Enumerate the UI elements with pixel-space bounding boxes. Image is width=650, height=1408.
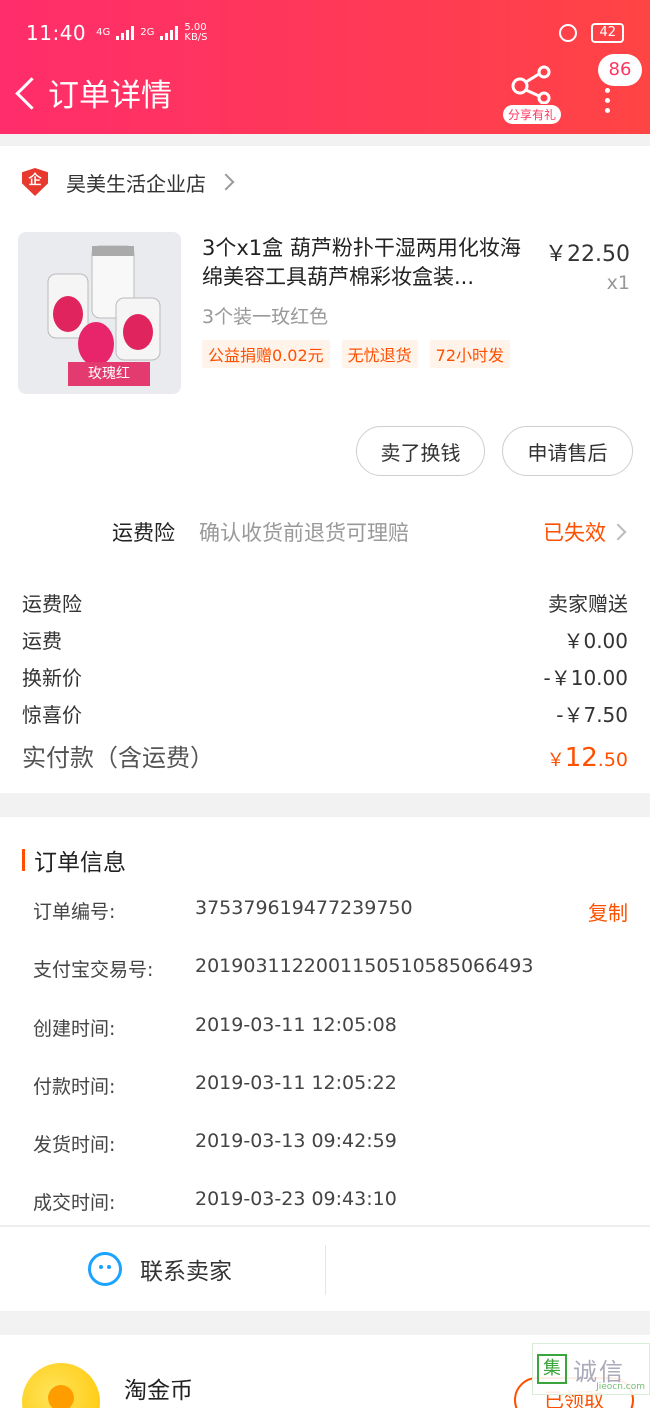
info-label: 支付宝交易号: — [33, 959, 154, 982]
order-info-row: 创建时间: 2019-03-11 12:05:08 — [33, 1014, 628, 1072]
watermark-url: Jieocn.com — [596, 1382, 645, 1392]
product-quantity: x1 — [606, 272, 630, 294]
battery-icon: 42 — [591, 23, 624, 43]
message-count-badge[interactable]: 86 — [598, 54, 642, 86]
back-icon[interactable] — [8, 62, 52, 122]
vertical-divider — [325, 1245, 326, 1295]
taobao-coin-card: 淘金币 已领取 集 诚信 Jieocn.com — [0, 1335, 650, 1408]
shipping-insurance-row[interactable]: 运费险 确认收货前退货可理赔 已失效 — [0, 514, 650, 550]
contact-seller-button[interactable]: 联系卖家 — [0, 1227, 325, 1311]
share-icon — [511, 65, 551, 104]
status-time: 11:40 — [26, 21, 87, 45]
status-bar: 11:40 4G 2G 5.00 KB/S 42 — [26, 18, 624, 48]
service-badge: 公益捐赠0.02元 — [202, 340, 330, 368]
alarm-icon — [559, 24, 578, 42]
insurance-desc: 确认收货前退货可理赔 — [199, 521, 409, 545]
section-accent-bar — [22, 849, 25, 871]
info-value: 2019-03-13 09:42:59 — [195, 1130, 397, 1153]
chat-face-icon — [88, 1252, 122, 1286]
shop-name: 昊美生活企业店 — [66, 171, 206, 196]
order-info-list: 订单编号: 375379619477239750 复制 支付宝交易号: 2019… — [33, 897, 628, 1247]
share-label: 分享有礼 — [502, 105, 561, 124]
total-label: 实付款（含运费） — [22, 744, 214, 772]
order-info-row: 支付宝交易号: 2019031122001150510585066493 — [33, 955, 628, 1013]
fee-value: 卖家赠送 — [548, 592, 628, 616]
info-label: 订单编号: — [33, 901, 116, 923]
chevron-right-icon — [217, 173, 235, 191]
fee-list: 运费险 卖家赠送 运费 ￥0.00 换新价 -￥10.00 惊喜价 -￥7.50 实付款… — [22, 590, 628, 773]
fee-row: 惊喜价 -￥7.50 — [22, 701, 628, 738]
more-icon[interactable] — [598, 88, 616, 124]
network-indicator: 4G 2G 5.00 KB/S — [96, 23, 207, 43]
order-info-row: 订单编号: 375379619477239750 复制 — [33, 897, 628, 955]
service-badge: 72小时发 — [429, 340, 511, 368]
signal-icon-2 — [160, 26, 179, 40]
info-label: 发货时间: — [33, 1134, 116, 1157]
service-badges: 公益捐赠0.02元 无忧退货 72小时发 — [202, 340, 511, 368]
header-bar: 11:40 4G 2G 5.00 KB/S 42 订单详情 分享有礼 86 — [0, 0, 650, 134]
info-label: 创建时间: — [33, 1017, 116, 1040]
shop-row[interactable]: 企 昊美生活企业店 — [22, 166, 628, 198]
total-integer: 12 — [564, 743, 598, 773]
net-label-a: 4G — [96, 27, 111, 38]
chevron-right-icon — [609, 523, 627, 541]
order-item-card: 企 昊美生活企业店 玫瑰红 3个x1盒 葫芦粉扑干湿两用化妆海绵美容工具葫芦棉彩… — [0, 146, 650, 793]
product-price: ￥22.50 — [545, 242, 630, 267]
watermark-logo: 集 诚信 Jieocn.com — [532, 1343, 650, 1395]
after-sale-button[interactable]: 申请售后 — [502, 426, 633, 476]
signal-icon — [116, 26, 135, 40]
fee-row: 运费 ￥0.00 — [22, 627, 628, 664]
fee-value: -￥10.00 — [543, 666, 628, 690]
net-speed: 5.00 KB/S — [184, 23, 207, 43]
product-image-tag: 玫瑰红 — [68, 362, 150, 386]
net-label-b: 2G — [140, 27, 155, 38]
page-title: 订单详情 — [48, 77, 172, 114]
contact-seller-label: 联系卖家 — [140, 1259, 232, 1285]
order-info-row: 发货时间: 2019-03-13 09:42:59 — [33, 1130, 628, 1188]
total-value: ￥12.50 — [547, 743, 628, 773]
fee-label: 惊喜价 — [22, 703, 82, 727]
insurance-status: 已失效 — [543, 521, 606, 545]
sell-for-cash-button[interactable]: 卖了换钱 — [356, 426, 485, 476]
share-button[interactable]: 分享有礼 — [500, 62, 564, 124]
info-value: 375379619477239750 — [195, 897, 413, 919]
total-currency: ￥ — [546, 750, 565, 771]
gold-coin-icon — [22, 1363, 100, 1408]
info-value: 2019031122001150510585066493 — [195, 955, 534, 978]
fee-row: 换新价 -￥10.00 — [22, 664, 628, 701]
enterprise-shop-icon: 企 — [22, 168, 48, 196]
net-speed-unit: KB/S — [184, 32, 208, 43]
nav-bar: 订单详情 分享有礼 — [0, 62, 650, 124]
order-info-card: 订单信息 订单编号: 375379619477239750 复制 支付宝交易号:… — [0, 817, 650, 1311]
fee-label: 运费 — [22, 629, 62, 653]
product-image[interactable]: 玫瑰红 — [18, 232, 181, 394]
coin-title: 淘金币 — [124, 1378, 193, 1404]
order-info-title: 订单信息 — [22, 843, 126, 877]
fee-value: ￥0.00 — [563, 629, 628, 653]
total-paid-row: 实付款（含运费） ￥12.50 — [22, 738, 628, 773]
fee-label: 换新价 — [22, 666, 82, 690]
fee-row: 运费险 卖家赠送 — [22, 590, 628, 627]
insurance-name: 运费险 — [112, 521, 175, 545]
enterprise-badge-text: 企 — [28, 173, 42, 188]
order-info-row: 付款时间: 2019-03-11 12:05:22 — [33, 1072, 628, 1130]
info-value: 2019-03-11 12:05:08 — [195, 1013, 397, 1036]
watermark-mark: 集 — [537, 1354, 567, 1384]
order-info-heading: 订单信息 — [34, 850, 126, 876]
fee-label: 运费险 — [22, 592, 82, 616]
service-badge: 无忧退货 — [341, 340, 418, 368]
copy-button[interactable]: 复制 — [588, 897, 628, 926]
product-sku: 3个装一玫红色 — [202, 306, 329, 328]
info-label: 付款时间: — [33, 1075, 116, 1098]
fee-value: -￥7.50 — [556, 703, 628, 727]
product-title[interactable]: 3个x1盒 葫芦粉扑干湿两用化妆海绵美容工具葫芦棉彩妆盒装... — [202, 234, 532, 292]
info-value: 2019-03-11 12:05:22 — [195, 1071, 397, 1094]
total-decimal: .50 — [597, 749, 628, 771]
